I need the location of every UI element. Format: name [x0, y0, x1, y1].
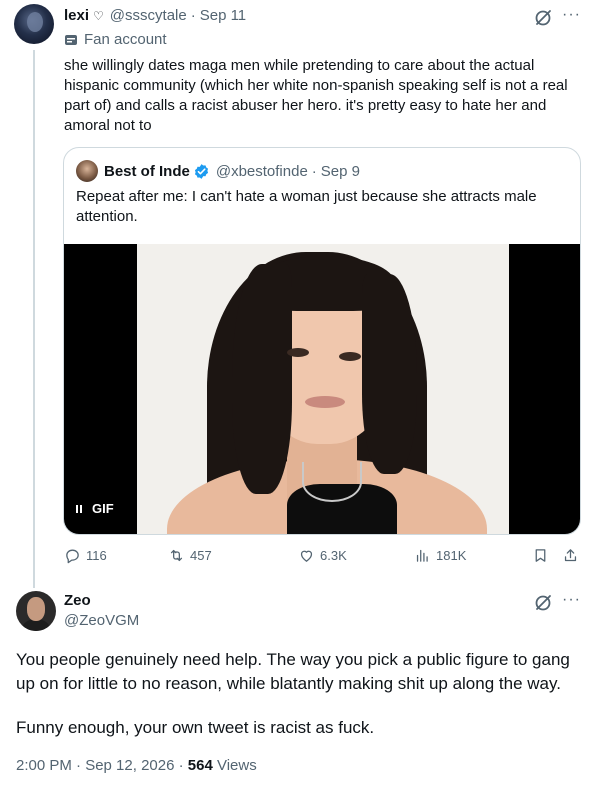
quoted-tweet-text: Repeat after me: I can't hate a woman ju…	[76, 188, 537, 225]
separator-dot: ·	[178, 757, 188, 774]
fan-account-badge-icon	[65, 34, 77, 45]
heart-emoji-icon: ♡	[93, 8, 104, 23]
repost-icon	[170, 549, 183, 562]
like-count: 6.3K	[320, 548, 347, 563]
reply-author-name[interactable]: Zeo	[64, 592, 91, 609]
reply-count: 116	[86, 548, 107, 563]
quoted-tweet-header: Best of Inde @xbestofinde · Sep 9	[76, 160, 360, 182]
tweet-date[interactable]: Sep 11	[200, 7, 246, 24]
gif-label: GIF	[92, 501, 114, 516]
lexi-avatar[interactable]	[14, 4, 54, 44]
bookmark-button[interactable]	[532, 547, 549, 564]
quoted-author-avatar	[76, 160, 98, 182]
fan-account-label: Fan account	[64, 31, 167, 48]
like-button[interactable]: 6.3K	[298, 547, 347, 564]
parent-tweet-header: lexi ♡ @ssscytale · Sep 11	[64, 7, 246, 24]
author-handle[interactable]: @ssscytale	[110, 7, 187, 24]
views-button[interactable]: 181K	[414, 547, 466, 564]
gif-controls[interactable]: GIF	[76, 501, 114, 516]
pause-icon[interactable]	[76, 504, 82, 513]
quoted-author-name: Best of Inde	[104, 162, 190, 180]
reply-paragraph-1: You people genuinely need help. The way …	[16, 650, 570, 693]
author-name[interactable]: lexi	[64, 7, 89, 24]
gif-image	[137, 244, 509, 534]
share-icon	[564, 549, 577, 562]
grok-icon[interactable]	[533, 593, 553, 613]
reply-timestamp[interactable]: 2:00 PM · Sep 12, 2026	[16, 757, 174, 774]
reply-paragraph-2: Funny enough, your own tweet is racist a…	[16, 718, 375, 737]
repost-button[interactable]: 457	[168, 547, 212, 564]
reply-metadata: 2:00 PM · Sep 12, 2026 · 564 Views	[16, 757, 257, 774]
more-options-icon[interactable]: ···	[562, 6, 581, 24]
separator-dot: ·	[190, 7, 196, 24]
thread-connector-line	[33, 50, 35, 588]
verified-badge-icon	[194, 163, 208, 179]
grok-icon[interactable]	[533, 8, 553, 28]
quoted-author-handle: @xbestofinde	[215, 162, 308, 180]
more-options-icon[interactable]: ···	[562, 591, 581, 609]
analytics-bar-icon	[416, 549, 428, 562]
separator-dot: ·	[311, 162, 317, 180]
parent-tweet-text: she willingly dates maga men while prete…	[64, 57, 568, 134]
gif-media[interactable]: GIF	[64, 244, 580, 534]
reply-author-handle[interactable]: @ZeoVGM	[64, 612, 139, 629]
fan-account-text: Fan account	[84, 31, 167, 48]
reply-button[interactable]: 116	[64, 547, 107, 564]
zeo-avatar[interactable]	[16, 591, 56, 631]
quoted-tweet-card[interactable]: Best of Inde @xbestofinde · Sep 9 Repeat…	[63, 147, 581, 535]
reply-icon	[66, 549, 79, 564]
reply-view-count: 564	[187, 757, 213, 774]
like-heart-icon	[300, 550, 313, 562]
reply-tweet-text: You people genuinely need help. The way …	[16, 648, 586, 740]
bookmark-icon	[535, 549, 546, 562]
tweet-action-bar: 116 457 6.3K 181K	[64, 547, 581, 567]
share-button[interactable]	[562, 547, 579, 564]
view-count: 181K	[436, 548, 467, 563]
views-label: Views	[216, 757, 257, 774]
quoted-tweet-date: Sep 9	[320, 162, 360, 180]
repost-count: 457	[190, 548, 212, 563]
